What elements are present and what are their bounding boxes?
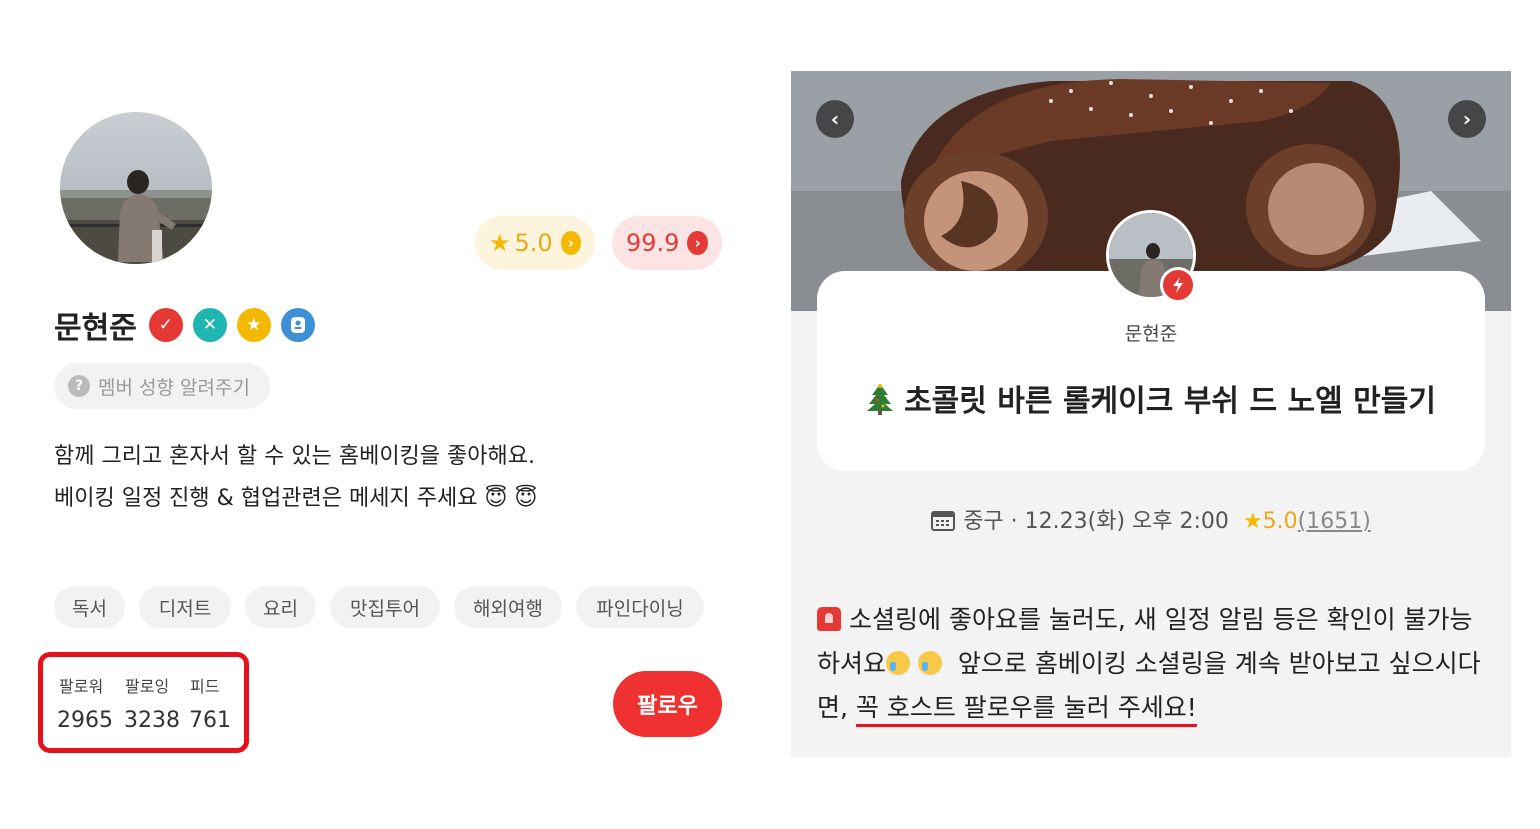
event-info-card (817, 271, 1485, 471)
christmas-tree-icon (866, 383, 894, 423)
temperature-pill[interactable]: 99.9 › (612, 216, 722, 270)
tag-chip[interactable]: 해외여행 (454, 586, 562, 628)
star-icon: ★ (1242, 509, 1263, 534)
id-badge-icon[interactable] (280, 308, 315, 342)
notice-emphasis: 꼭 호스트 팔로우를 눌러 주세요! (855, 693, 1197, 727)
star-badge-icon[interactable]: ★ (236, 308, 271, 342)
chevron-right-icon: › (560, 231, 581, 255)
member-tendency-button[interactable]: ? 멤버 성향 알려주기 (54, 363, 270, 409)
rating-score: 5.0 (514, 229, 553, 257)
profile-bio: 함께 그리고 혼자서 할 수 있는 홈베이킹을 좋아해요. 베이킹 일정 진행 … (54, 436, 537, 520)
event-location: 중구 (963, 509, 1004, 534)
followers-count[interactable]: 2965 (57, 708, 113, 733)
prev-image-button[interactable]: ‹ (816, 100, 854, 138)
question-icon: ? (68, 375, 90, 397)
event-title: 초콜릿 바른 롤케이크 부쉬 드 노엘 만들기 (904, 384, 1436, 419)
profile-panel: ★ 5.0 › 99.9 › 문현준 ✓ ✕ ★ ? 멤버 성향 알려주기 함께… (0, 0, 760, 829)
tag-chip[interactable]: 독서 (54, 586, 125, 628)
lightning-icon (1160, 267, 1196, 303)
follow-button[interactable]: 팔로우 (613, 671, 722, 737)
tag-chip[interactable]: 파인다이닝 (576, 586, 704, 628)
event-datetime: 12.23(화) 오후 2:00 (1024, 509, 1229, 534)
feed-label: 피드 (190, 677, 220, 696)
host-name: 문현준 (1124, 323, 1178, 345)
profile-avatar[interactable] (60, 112, 212, 264)
event-rating: 5.0 (1262, 509, 1298, 534)
profile-name: 문현준 (54, 311, 137, 346)
tag-chip[interactable]: 요리 (245, 586, 316, 628)
siren-icon (817, 607, 841, 631)
stats-highlight-box (38, 652, 249, 753)
interest-tags: 독서 디저트 요리 맛집투어 해외여행 파인다이닝 (54, 586, 718, 628)
member-chip-label: 멤버 성향 알려주기 (98, 376, 250, 399)
followers-label: 팔로워 (59, 677, 104, 696)
feed-count[interactable]: 761 (189, 708, 231, 733)
rating-score-pill[interactable]: ★ 5.0 › (475, 216, 595, 270)
following-count[interactable]: 3238 (124, 708, 180, 733)
temperature-value: 99.9 (626, 229, 680, 257)
crossed-swords-badge-icon[interactable]: ✕ (192, 308, 227, 342)
event-panel: ‹ › 문현준 초콜릿 바른 롤케이크 부쉬 드 노엘 만들기 중구 · 12.… (791, 71, 1511, 757)
chevron-right-icon: › (687, 231, 708, 255)
bio-line-1: 함께 그리고 혼자서 할 수 있는 홈베이킹을 좋아해요. (54, 444, 535, 469)
bio-line-2: 베이킹 일정 진행 & 협업관련은 메세지 주세요 😇 😇 (54, 486, 538, 511)
event-meta: 중구 · 12.23(화) 오후 2:00 ★5.0(1651) (791, 503, 1511, 537)
meta-separator: · (1003, 509, 1025, 534)
crying-face-icon (917, 651, 942, 675)
following-label: 팔로잉 (125, 677, 170, 696)
event-title-row: 초콜릿 바른 롤케이크 부쉬 드 노엘 만들기 (791, 376, 1511, 423)
crying-face-icon (886, 651, 911, 675)
tag-chip[interactable]: 디저트 (139, 586, 231, 628)
name-row: 문현준 ✓ ✕ ★ (54, 303, 325, 347)
tag-chip[interactable]: 맛집투어 (330, 586, 440, 628)
event-rating-count[interactable]: (1651) (1298, 509, 1371, 534)
star-icon: ★ (489, 229, 511, 257)
calendar-icon (931, 509, 956, 537)
follow-notice: 소셜링에 좋아요를 눌러도, 새 일정 알림 등은 확인이 불가능하셔요 앞으로… (817, 598, 1485, 730)
next-image-button[interactable]: › (1448, 100, 1486, 138)
verified-badge-icon[interactable]: ✓ (148, 308, 183, 342)
